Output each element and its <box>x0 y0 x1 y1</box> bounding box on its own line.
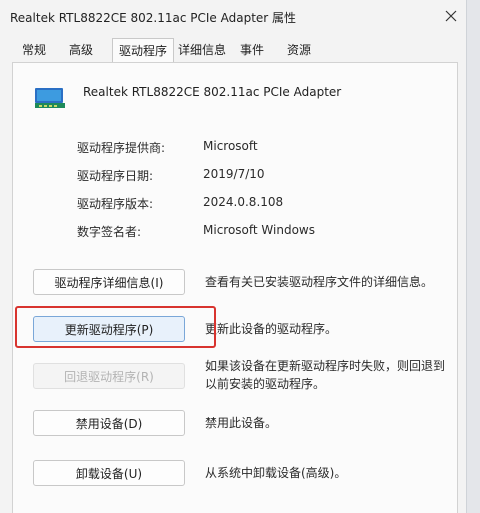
uninstall-device-description: 从系统中卸载设备(高级)。 <box>205 466 347 480</box>
network-adapter-icon <box>33 85 67 115</box>
window-title: Realtek RTL8822CE 802.11ac PCIe Adapter … <box>10 11 297 25</box>
uninstall-device-button[interactable]: 卸载设备(U) <box>33 460 185 486</box>
tab-driver[interactable]: 驱动程序 <box>112 38 175 62</box>
driver-provider-label: 驱动程序提供商: <box>77 141 166 155</box>
roll-back-driver-button[interactable]: 回退驱动程序(R) <box>33 363 185 389</box>
tab-general[interactable]: 常规 <box>22 41 46 58</box>
roll-back-driver-description: 如果该设备在更新驱动程序时失败，则回退到以前安装的驱动程序。 <box>205 359 446 391</box>
disable-device-description: 禁用此设备。 <box>205 416 278 430</box>
driver-details-button[interactable]: 驱动程序详细信息(I) <box>33 269 185 295</box>
device-name: Realtek RTL8822CE 802.11ac PCIe Adapter <box>83 85 342 99</box>
update-driver-description: 更新此设备的驱动程序。 <box>205 322 338 336</box>
digital-signer-label: 数字签名者: <box>77 225 142 239</box>
driver-details-description: 查看有关已安装驱动程序文件的详细信息。 <box>205 275 434 289</box>
driver-tab-panel: Realtek RTL8822CE 802.11ac PCIe Adapter … <box>12 62 458 513</box>
title-bar: Realtek RTL8822CE 802.11ac PCIe Adapter … <box>0 0 466 34</box>
tab-advanced[interactable]: 高级 <box>69 41 93 58</box>
update-driver-highlight-box <box>15 306 216 348</box>
tab-events[interactable]: 事件 <box>240 41 264 58</box>
tab-details[interactable]: 详细信息 <box>178 41 226 58</box>
driver-version-value: 2024.0.8.108 <box>203 195 284 209</box>
background-strip <box>467 0 480 513</box>
close-button[interactable] <box>438 4 464 28</box>
tab-resources[interactable]: 资源 <box>287 41 311 58</box>
digital-signer-value: Microsoft Windows <box>203 223 315 237</box>
driver-version-label: 驱动程序版本: <box>77 197 154 211</box>
driver-provider-value: Microsoft <box>203 139 258 153</box>
close-icon <box>445 7 457 26</box>
disable-device-button[interactable]: 禁用设备(D) <box>33 410 185 436</box>
driver-date-label: 驱动程序日期: <box>77 169 154 183</box>
properties-dialog: Realtek RTL8822CE 802.11ac PCIe Adapter … <box>0 0 467 513</box>
driver-date-value: 2019/7/10 <box>203 167 265 181</box>
tab-strip: 常规 高级 驱动程序 详细信息 事件 资源 <box>0 38 466 62</box>
